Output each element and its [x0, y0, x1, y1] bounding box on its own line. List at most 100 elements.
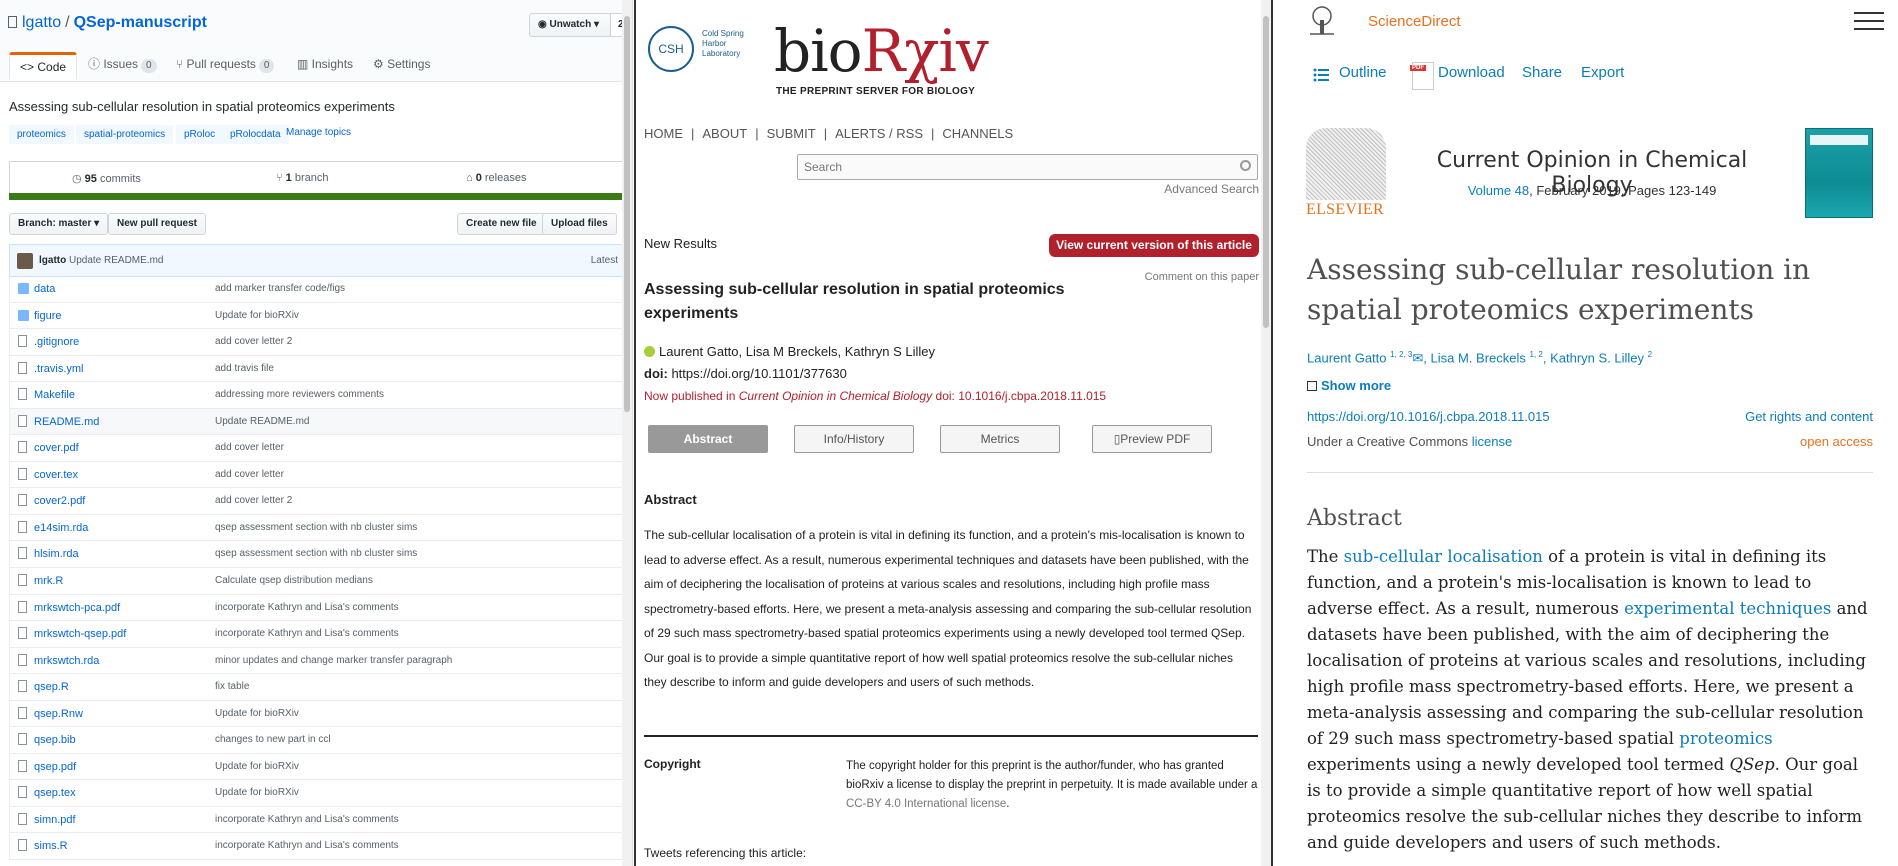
file-name-link[interactable]: README.md	[34, 416, 99, 428]
doi-link[interactable]: https://doi.org/10.1016/j.cbpa.2018.11.0…	[1307, 409, 1550, 424]
file-name-link[interactable]: mrk.R	[34, 575, 63, 587]
tab-abstract[interactable]: Abstract	[648, 425, 768, 453]
file-row[interactable]: e14sim.rda qsep assessment section with n…	[9, 514, 625, 542]
email-icon[interactable]: ✉	[1412, 350, 1423, 365]
tab-metrics[interactable]: Metrics	[940, 425, 1060, 453]
cshl-logo[interactable]: CSH	[648, 26, 694, 72]
menu-icon[interactable]	[1854, 12, 1884, 36]
author-list[interactable]: Laurent Gatto, Lisa M Breckels, Kathryn …	[659, 344, 935, 359]
commit-message-link[interactable]: add cover letter	[215, 469, 284, 480]
file-row[interactable]: .gitignore add cover letter 2	[9, 329, 625, 356]
file-name-link[interactable]: cover.tex	[34, 469, 78, 481]
file-row[interactable]: qsep.tex Update for bioRXiv	[9, 780, 625, 807]
file-name-link[interactable]: mrkswtch.rda	[34, 655, 99, 667]
scrollbar-thumb[interactable]	[1263, 16, 1269, 328]
outline-button[interactable]: Outline	[1339, 64, 1387, 81]
nav-submit[interactable]: SUBMIT	[767, 126, 816, 141]
topic-link[interactable]: experimental techniques	[1624, 599, 1831, 618]
file-name-link[interactable]: .travis.yml	[34, 363, 84, 375]
published-doi[interactable]: doi: 10.1016/j.cbpa.2018.11.015	[936, 389, 1107, 403]
releases-link[interactable]: ⌂ 0 releases	[466, 172, 526, 184]
download-button[interactable]: Download	[1438, 64, 1505, 81]
commit-message-link[interactable]: add cover letter 2	[215, 336, 292, 347]
file-row[interactable]: qsep.Rnw Update for bioRXiv	[9, 700, 625, 728]
file-row[interactable]: cover.tex add cover letter	[9, 461, 625, 489]
file-row[interactable]: qsep.pdf Update for bioRXiv	[9, 753, 625, 781]
nav-channels[interactable]: CHANNELS	[942, 126, 1013, 141]
commit-message-link[interactable]: changes to new part in ccl	[215, 734, 331, 745]
published-journal[interactable]: Current Opinion in Chemical Biology	[739, 389, 932, 403]
pdf-icon[interactable]	[1410, 62, 1434, 90]
share-button[interactable]: Share	[1522, 64, 1562, 81]
commit-message-link[interactable]: qsep assessment section with nb cluster …	[215, 522, 417, 533]
file-row[interactable]: qsep.R fix table	[9, 674, 625, 701]
file-name-link[interactable]: qsep.Rnw	[34, 708, 83, 720]
commit-message-link[interactable]: Update for bioRXiv	[215, 310, 299, 321]
latest-commit-label[interactable]: Latest	[591, 255, 618, 266]
file-row[interactable]: mrk.R Calculate qsep distribution medians	[9, 568, 625, 595]
file-row[interactable]: cover2.pdf add cover letter 2	[9, 488, 625, 515]
file-row[interactable]: data add marker transfer code/figs	[9, 276, 625, 303]
commit-message-link[interactable]: add cover letter	[215, 442, 284, 453]
create-file-button[interactable]: Create new file	[457, 213, 546, 235]
file-name-link[interactable]: qsep.pdf	[34, 761, 76, 773]
show-more-button[interactable]: Show more	[1307, 378, 1391, 393]
search-icon[interactable]	[1240, 160, 1251, 171]
file-name-link[interactable]: cover.pdf	[34, 442, 79, 454]
commit-message-link[interactable]: incorporate Kathryn and Lisa's comments	[215, 602, 399, 613]
file-name-link[interactable]: qsep.bib	[34, 734, 76, 746]
commit-message-link[interactable]: addressing more reviewers comments	[215, 389, 384, 400]
file-name-link[interactable]: figure	[34, 310, 62, 322]
commits-link[interactable]: ◷ 95 commits	[72, 172, 141, 185]
file-name-link[interactable]: data	[34, 283, 55, 295]
branches-link[interactable]: ⑂ 1 branch	[276, 172, 328, 184]
elsevier-logo[interactable]	[1306, 128, 1386, 200]
author-affiliation[interactable]: 1, 2, 3	[1390, 350, 1412, 359]
nav-about[interactable]: ABOUT	[702, 126, 747, 141]
commit-message-link[interactable]: fix table	[215, 681, 249, 692]
commit-message-link[interactable]: Update for bioRXiv	[215, 787, 299, 798]
file-name-link[interactable]: simn.pdf	[34, 814, 76, 826]
tab-settings[interactable]: ⚙ Settings	[373, 54, 430, 82]
file-name-link[interactable]: sims.R	[34, 840, 68, 852]
file-row[interactable]: Makefile addressing more reviewers commen…	[9, 382, 625, 409]
scrollbar-thumb[interactable]	[624, 16, 630, 412]
topic-tag[interactable]: proteomics	[9, 125, 74, 144]
commit-author[interactable]: lgatto	[39, 255, 66, 266]
volume-link[interactable]: Volume 48	[1468, 183, 1529, 198]
commit-message-link[interactable]: incorporate Kathryn and Lisa's comments	[215, 840, 399, 851]
repo-owner-link[interactable]: lgatto	[22, 14, 61, 31]
author-affiliation[interactable]: 1, 2	[1530, 350, 1543, 359]
file-row[interactable]: .travis.yml add travis file	[9, 355, 625, 383]
manage-topics-link[interactable]: Manage topics	[286, 127, 351, 138]
tab-insights[interactable]: ▥ Insights	[297, 54, 353, 82]
file-row[interactable]: hlsim.rda qsep assessment section with nb…	[9, 541, 625, 569]
commit-message-link[interactable]: Calculate qsep distribution medians	[215, 575, 373, 586]
new-pull-request-button[interactable]: New pull request	[108, 213, 207, 235]
file-name-link[interactable]: mrkswtch-qsep.pdf	[34, 628, 126, 640]
file-name-link[interactable]: e14sim.rda	[34, 522, 88, 534]
orcid-icon[interactable]	[644, 346, 655, 357]
file-row[interactable]: figure Update for bioRXiv	[9, 302, 625, 330]
tab-pull-requests[interactable]: ⑂ Pull requests 0	[176, 54, 275, 82]
file-name-link[interactable]: mrkswtch-pca.pdf	[34, 602, 120, 614]
file-name-link[interactable]: qsep.R	[34, 681, 69, 693]
topic-tag[interactable]: spatial-proteomics	[76, 125, 174, 144]
topic-tag[interactable]: pRoloc	[176, 125, 224, 144]
tab-code[interactable]: <> Code	[9, 52, 78, 80]
advanced-search-link[interactable]: Advanced Search	[1164, 182, 1259, 196]
author-affiliation[interactable]: 2	[1648, 350, 1652, 359]
tab-info-history[interactable]: Info/History	[794, 425, 914, 453]
file-row[interactable]: mrkswtch-pca.pdf incorporate Kathryn and …	[9, 594, 625, 622]
commit-message-link[interactable]: minor updates and change marker transfer…	[215, 655, 452, 666]
author-link[interactable]: Kathryn S. Lilley	[1550, 350, 1644, 365]
commit-message-link[interactable]: add travis file	[215, 363, 274, 374]
tab-preview-pdf[interactable]: ▯Preview PDF	[1092, 425, 1212, 453]
file-row[interactable]: mrkswtch.rda minor updates and change mar…	[9, 647, 625, 675]
journal-cover[interactable]	[1805, 128, 1873, 218]
avatar[interactable]	[17, 253, 33, 269]
nav-home[interactable]: HOME	[644, 126, 683, 141]
file-name-link[interactable]: qsep.tex	[34, 787, 76, 799]
unwatch-button[interactable]: ◉ Unwatch ▾	[529, 13, 611, 37]
biorxiv-logo[interactable]: bioRχiv	[774, 17, 989, 85]
